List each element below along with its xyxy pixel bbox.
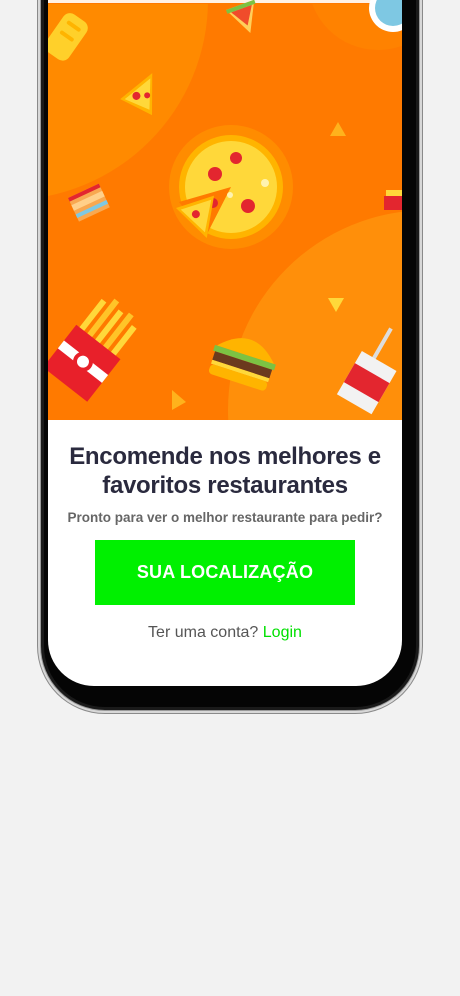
- confetti-triangle: [330, 122, 346, 136]
- your-location-button[interactable]: SUA LOCALIZAÇÃO: [95, 540, 355, 605]
- food-illustration: [48, 0, 402, 420]
- fries-icon: [48, 298, 137, 402]
- app-preview-stage: Encomende nos melhores e favoritos resta…: [0, 0, 460, 996]
- account-prompt-text: Ter uma conta?: [148, 624, 259, 641]
- page-title: Encomende nos melhores e favoritos resta…: [69, 443, 381, 499]
- snack-icon: [384, 190, 402, 210]
- sandwich-icon: [226, 0, 256, 34]
- phone-screen: Encomende nos melhores e favoritos resta…: [48, 0, 402, 686]
- pizza-icon: [169, 125, 293, 249]
- account-prompt-line: Ter uma conta? Login: [48, 624, 402, 642]
- login-link[interactable]: Login: [263, 624, 302, 641]
- page-subtitle: Pronto para ver o melhor restaurante par…: [67, 510, 383, 525]
- confetti-triangle: [172, 390, 186, 410]
- onboarding-content: Encomende nos melhores e favoritos resta…: [48, 420, 402, 642]
- food-illustration-banner: [48, 0, 402, 420]
- cake-icon: [68, 183, 110, 222]
- notch-edge: [48, 0, 402, 3]
